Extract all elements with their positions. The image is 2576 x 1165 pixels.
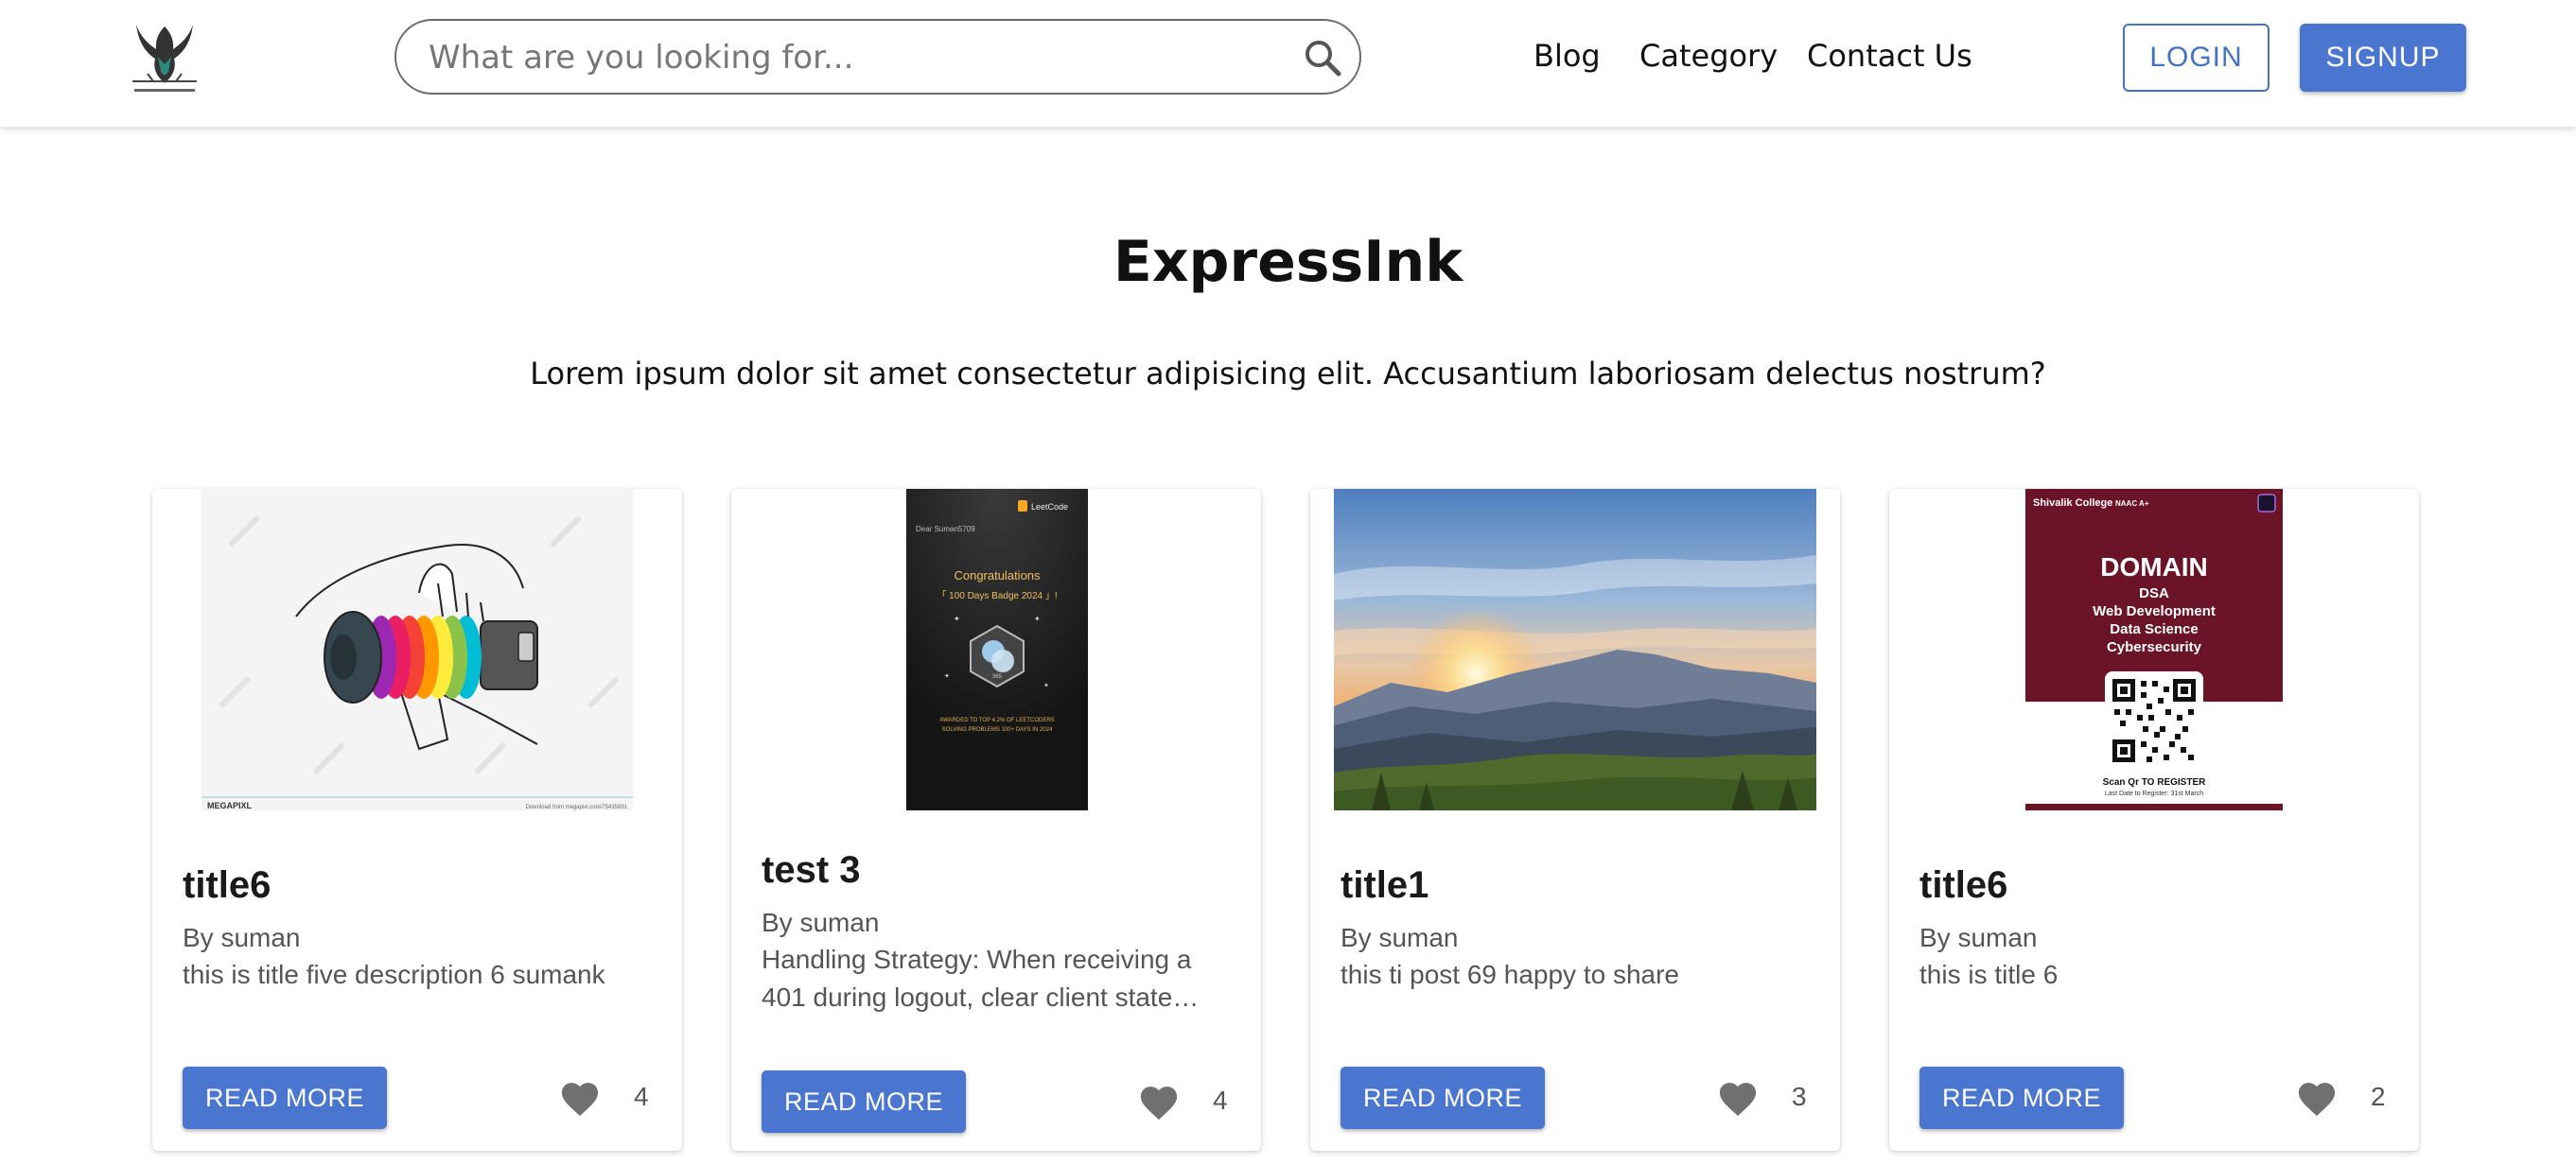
club-logo-icon — [2257, 494, 2276, 513]
heart-icon[interactable] — [1717, 1079, 1759, 1117]
read-more-button[interactable]: READ MORE — [1919, 1067, 2124, 1129]
eagle-logo-icon — [132, 25, 197, 92]
post-author: By suman — [1919, 923, 2038, 952]
image-caption-left: MEGAPIXL — [207, 801, 253, 810]
post-title[interactable]: title6 — [183, 864, 271, 907]
post-image-domain-poster[interactable]: Shivalik College NAAC A+ DOMAIN DSA Web … — [2025, 489, 2283, 810]
qr-code-icon — [2105, 671, 2203, 770]
svg-text:✦: ✦ — [1034, 615, 1041, 623]
svg-text:Last Date to Register: 31st Ma: Last Date to Register: 31st March — [2105, 791, 2203, 797]
post-image-camera-illustration[interactable]: MEGAPIXL Download from megapixl.com/7543… — [202, 489, 633, 810]
post-image-leetcode-badge[interactable]: LeetCode Dear Suman5709 Congratulations … — [906, 489, 1088, 810]
post-author: By suman — [1341, 923, 1459, 952]
svg-text:Shivalik College: Shivalik College — [2033, 497, 2112, 509]
svg-text:365: 365 — [992, 674, 1003, 680]
search-bar — [394, 19, 1361, 95]
post-author: By suman — [183, 923, 301, 952]
svg-text:Dear Suman5709: Dear Suman5709 — [916, 525, 975, 533]
svg-text:Scan Qr TO REGISTER: Scan Qr TO REGISTER — [2103, 777, 2207, 788]
page-title: ExpressInk — [1113, 229, 1463, 295]
svg-text:✦: ✦ — [954, 615, 960, 623]
post-description: Handling Strategy: When receiving a 401 … — [762, 945, 1192, 1012]
post-description: this is title 6 — [1919, 960, 2059, 989]
post-author: By suman — [762, 908, 880, 937]
svg-text:AWARDED TO TOP 4.2% OF LEETCOD: AWARDED TO TOP 4.2% OF LEETCODERS — [939, 718, 1054, 723]
signup-button[interactable]: SIGNUP — [2300, 24, 2466, 92]
post-title[interactable]: title6 — [1919, 864, 2007, 907]
svg-text:DOMAIN: DOMAIN — [2100, 552, 2208, 582]
heart-icon[interactable] — [559, 1079, 601, 1117]
leetcode-logo-icon — [1018, 500, 1027, 512]
login-button[interactable]: LOGIN — [2123, 24, 2269, 92]
post-description: this is title five description 6 sumank — [183, 960, 605, 989]
post-description: this ti post 69 happy to share — [1341, 960, 1679, 989]
search-input[interactable] — [427, 21, 1263, 95]
like-count: 4 — [1213, 1086, 1228, 1115]
heart-icon[interactable] — [2296, 1079, 2338, 1117]
post-title[interactable]: title1 — [1341, 864, 1428, 907]
read-more-button[interactable]: READ MORE — [1341, 1067, 1545, 1129]
read-more-button[interactable]: READ MORE — [762, 1070, 966, 1133]
search-icon[interactable] — [1303, 38, 1342, 78]
svg-text:「 100 Days Badge 2024 」!: 「 100 Days Badge 2024 」! — [937, 590, 1057, 601]
post-card: LeetCode Dear Suman5709 Congratulations … — [731, 489, 1261, 1151]
page-subtitle: Lorem ipsum dolor sit amet consectetur a… — [530, 356, 2046, 391]
heart-icon[interactable] — [1138, 1083, 1180, 1121]
nav-link-category[interactable]: Category — [1639, 38, 1778, 74]
read-more-button[interactable]: READ MORE — [183, 1067, 387, 1129]
svg-text:Cybersecurity: Cybersecurity — [2107, 639, 2202, 655]
svg-text:SOLVING PROBLEMS 100+ DAYS IN: SOLVING PROBLEMS 100+ DAYS IN 2024 — [942, 727, 1053, 733]
svg-text:NAAC A+: NAAC A+ — [2115, 499, 2149, 508]
svg-text:Web Development: Web Development — [2093, 603, 2216, 619]
svg-text:✦: ✦ — [944, 672, 950, 680]
post-card: title1 By suman this ti post 69 happy to… — [1310, 489, 1840, 1151]
top-navbar: Blog Category Contact Us LOGIN SIGNUP — [0, 0, 2576, 127]
post-card: MEGAPIXL Download from megapixl.com/7543… — [152, 489, 682, 1151]
site-logo[interactable] — [127, 19, 202, 96]
post-card: Shivalik College NAAC A+ DOMAIN DSA Web … — [1889, 489, 2419, 1151]
image-caption-right: Download from megapixl.com/75435891 — [526, 805, 628, 810]
like-count: 2 — [2371, 1082, 2386, 1111]
svg-text:Congratulations: Congratulations — [954, 568, 1041, 582]
svg-text:✦: ✦ — [1043, 682, 1049, 689]
nav-link-blog[interactable]: Blog — [1533, 38, 1601, 74]
svg-text:DSA: DSA — [2139, 585, 2169, 601]
nav-link-contact-us[interactable]: Contact Us — [1807, 38, 1972, 74]
post-title[interactable]: test 3 — [762, 849, 861, 892]
svg-text:Data Science: Data Science — [2110, 621, 2198, 637]
like-count: 3 — [1792, 1082, 1807, 1111]
like-count: 4 — [634, 1082, 649, 1111]
post-image-mountain-sunrise[interactable] — [1334, 489, 1816, 810]
svg-text:LeetCode: LeetCode — [1031, 502, 1068, 512]
